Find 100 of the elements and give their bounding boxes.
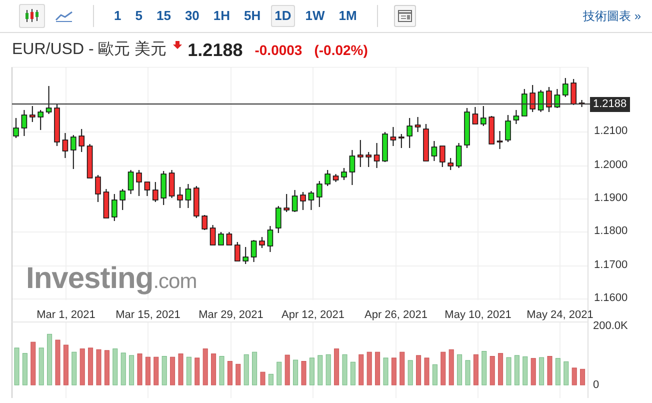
candle <box>78 128 84 152</box>
candle <box>194 186 200 218</box>
interval-button[interactable]: 5 <box>131 5 146 27</box>
volume-bar <box>350 362 356 386</box>
volume-bar <box>555 358 560 386</box>
volume-bar <box>482 351 487 386</box>
volume-bar <box>162 356 167 386</box>
interval-button[interactable]: 1D <box>270 5 296 27</box>
volume-bar <box>236 364 241 386</box>
layout-button[interactable] <box>394 5 416 27</box>
volume-bar <box>145 356 150 386</box>
candle <box>54 104 60 146</box>
percent-change: (-0.02%) <box>314 40 368 60</box>
investing-logo: Investing.com <box>26 264 197 294</box>
candle <box>13 118 19 138</box>
date-axis-label: Mar 15, 2021 <box>116 310 180 321</box>
volume-axis-label: 200.0K <box>593 321 628 332</box>
candle <box>505 114 511 142</box>
candle <box>300 192 306 210</box>
candle <box>480 106 486 126</box>
volume-bar <box>301 361 306 386</box>
candle <box>554 88 560 108</box>
candle <box>95 174 101 202</box>
volume-bar <box>375 352 380 386</box>
volume-bar <box>284 354 290 386</box>
candle <box>86 144 93 178</box>
candle <box>374 142 380 168</box>
volume-axis-label: 0 <box>593 380 600 391</box>
date-axis-label: Apr 12, 2021 <box>282 310 344 321</box>
volume-bar <box>30 342 36 386</box>
interval-button[interactable]: 1 <box>110 5 126 27</box>
volume-bar <box>88 348 94 386</box>
candle <box>382 132 388 162</box>
volume-bar <box>186 356 192 386</box>
interval-button[interactable]: 15 <box>152 5 175 27</box>
price-axis-label: 1.1800 <box>594 226 628 237</box>
volume-bar <box>219 356 224 386</box>
candle <box>390 126 396 146</box>
volume-bar <box>47 334 52 386</box>
candle <box>46 86 52 114</box>
technical-chart-link[interactable]: 技術圖表 » <box>582 7 641 25</box>
volume-bar <box>498 353 504 386</box>
volume-bar <box>170 356 176 386</box>
candle <box>414 116 421 132</box>
instrument-title: EUR/USD - 歐元 美元 <box>12 40 167 60</box>
price-axis-label: 1.1900 <box>594 193 628 204</box>
volume-bar <box>154 356 159 386</box>
volume-bar <box>358 354 364 386</box>
candle <box>341 168 347 180</box>
line-chart-icon <box>55 10 73 22</box>
volume-bar <box>211 354 216 386</box>
candle <box>226 232 232 246</box>
candle <box>496 130 503 150</box>
volume-bar <box>580 368 586 386</box>
volume-bar <box>80 348 85 386</box>
volume-bar <box>473 354 478 386</box>
candle <box>292 190 298 212</box>
volume-bar <box>457 354 462 386</box>
candle <box>332 174 339 182</box>
chart-type-button[interactable] <box>19 4 45 28</box>
volume-bar <box>104 350 110 386</box>
volume-bar <box>194 358 200 386</box>
volume-bar <box>112 348 118 386</box>
volume-bar <box>293 360 298 386</box>
candle <box>168 170 175 198</box>
candle <box>406 118 412 148</box>
volume-bar <box>120 352 126 386</box>
candlestick-icon <box>24 9 40 23</box>
volume-bar <box>522 356 528 386</box>
volume-bar <box>530 358 536 386</box>
candle <box>30 106 36 122</box>
volume-bar <box>227 361 232 386</box>
candle <box>177 186 183 208</box>
date-axis-label: May 10, 2021 <box>444 310 512 321</box>
volume-bar <box>252 352 258 386</box>
interval-button[interactable]: 1H <box>209 5 234 27</box>
date-axis-label: May 24, 2021 <box>526 310 594 321</box>
volume-bar <box>383 358 388 386</box>
interval-button[interactable]: 5H <box>240 5 265 27</box>
volume-bar <box>260 372 266 386</box>
price-axis-label: 1.2000 <box>594 160 628 171</box>
volume-bar <box>424 358 430 386</box>
volume-bar <box>572 368 577 386</box>
candle <box>234 242 240 262</box>
candle <box>136 170 142 196</box>
candle <box>366 152 372 168</box>
interval-button[interactable]: 1M <box>334 5 361 27</box>
volume-bar <box>244 354 249 386</box>
interval-button[interactable]: 1W <box>301 5 329 27</box>
candle <box>456 142 462 168</box>
interval-button[interactable]: 30 <box>180 5 204 27</box>
candle <box>578 100 585 108</box>
candle <box>570 78 576 106</box>
candle <box>103 188 110 218</box>
candle <box>284 194 290 212</box>
volume-bar <box>391 358 396 386</box>
candle <box>267 226 274 252</box>
candle <box>464 108 470 148</box>
candle <box>218 232 224 246</box>
volume-bar <box>309 358 314 386</box>
